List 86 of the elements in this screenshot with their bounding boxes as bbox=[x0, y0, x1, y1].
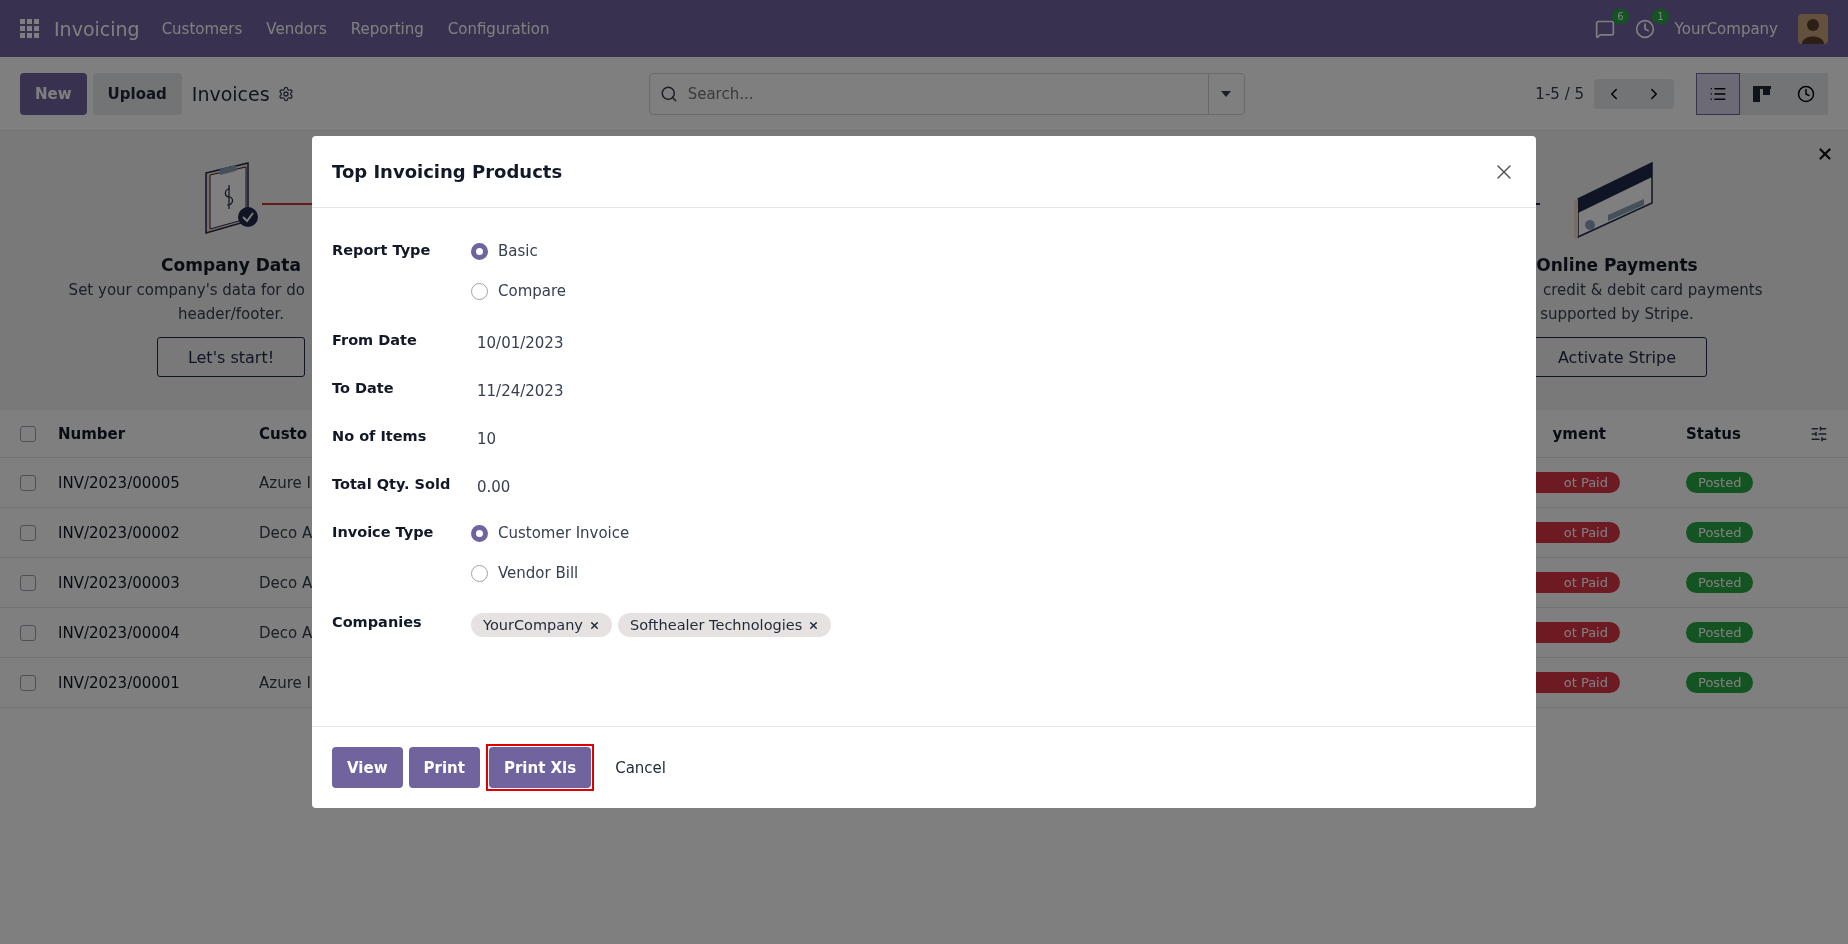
settings-icon[interactable] bbox=[277, 85, 294, 102]
table-cell: Deco A bbox=[259, 573, 313, 592]
field-value[interactable]: 11/24/2023 bbox=[471, 374, 1516, 400]
new-button[interactable]: New bbox=[20, 72, 87, 115]
column-header[interactable]: yment bbox=[1552, 424, 1606, 443]
option-label[interactable]: Compare bbox=[498, 282, 567, 300]
kanban-view-button[interactable] bbox=[1740, 72, 1784, 115]
field-label: No of Items bbox=[332, 427, 428, 444]
upload-button[interactable]: Upload bbox=[92, 72, 182, 115]
field-label: Invoice Type bbox=[332, 523, 435, 540]
field-label: Total Qty. Sold bbox=[332, 475, 452, 492]
app-name[interactable]: Invoicing bbox=[54, 17, 140, 40]
search-icon bbox=[659, 84, 678, 103]
field-label: Report Type bbox=[332, 241, 432, 258]
table-cell: INV/2023/00005 bbox=[58, 473, 180, 492]
company-name[interactable]: YourCompany bbox=[1674, 19, 1778, 38]
option-label[interactable]: Customer Invoice bbox=[498, 524, 630, 542]
clock-icon[interactable] bbox=[1634, 18, 1655, 39]
count-badge: 6 bbox=[1612, 8, 1629, 24]
chat-icon[interactable] bbox=[1594, 18, 1615, 39]
table-cell: Azure I bbox=[259, 473, 311, 492]
radio-button[interactable] bbox=[471, 282, 488, 300]
close-button[interactable] bbox=[1816, 145, 1834, 163]
field-label: Companies bbox=[332, 613, 423, 630]
option-label[interactable]: Basic bbox=[498, 242, 538, 260]
remove-icon[interactable] bbox=[808, 619, 820, 631]
field-label: To Date bbox=[332, 379, 395, 396]
field-value[interactable]: 10/01/2023 bbox=[471, 326, 1516, 352]
dialog-title: Top Invoicing Products bbox=[332, 161, 563, 182]
list-view-button[interactable] bbox=[1696, 72, 1740, 115]
pager-value[interactable]: 1-5 / 5 bbox=[1535, 84, 1584, 103]
search-field[interactable]: Search... bbox=[648, 72, 1245, 115]
table-cell: Azure I bbox=[259, 673, 311, 692]
status-badge: Posted bbox=[1686, 672, 1754, 693]
radio-button[interactable] bbox=[471, 564, 488, 582]
menu-item[interactable]: Configuration bbox=[447, 19, 550, 38]
avatar-icon[interactable] bbox=[1798, 13, 1828, 44]
step-description: supported by Stripe. bbox=[1540, 305, 1694, 323]
menu-item[interactable]: Reporting bbox=[350, 19, 424, 38]
table-cell: INV/2023/00004 bbox=[58, 623, 180, 642]
activity-view-button[interactable] bbox=[1784, 72, 1828, 115]
checkbox[interactable] bbox=[20, 674, 36, 691]
remove-icon[interactable] bbox=[588, 619, 600, 631]
status-badge: Posted bbox=[1686, 522, 1754, 543]
page-title: Invoices bbox=[191, 82, 270, 105]
status-badge: Posted bbox=[1686, 572, 1754, 593]
step-button[interactable]: Let's start! bbox=[156, 337, 306, 377]
status-badge: Posted bbox=[1686, 472, 1754, 493]
checkbox[interactable] bbox=[20, 474, 36, 491]
table-cell: Deco A bbox=[259, 623, 313, 642]
step-title: Online Payments bbox=[1536, 255, 1698, 275]
step-description: header/footer. bbox=[177, 305, 285, 323]
status-badge: Posted bbox=[1686, 622, 1754, 643]
search-input[interactable]: Search... bbox=[677, 84, 1208, 103]
column-header[interactable]: Number bbox=[58, 424, 259, 443]
table-cell: Deco A bbox=[259, 523, 313, 542]
field-label: From Date bbox=[332, 331, 418, 348]
table-cell: INV/2023/00001 bbox=[58, 673, 180, 692]
step-description: credit & debit card payments bbox=[1543, 281, 1763, 299]
table-cell: INV/2023/00002 bbox=[58, 523, 180, 542]
checkbox[interactable] bbox=[20, 524, 36, 541]
action-button[interactable]: View bbox=[332, 747, 403, 788]
checkbox[interactable] bbox=[20, 624, 36, 641]
step-title: Company Data bbox=[161, 255, 301, 275]
count-badge: 1 bbox=[1652, 8, 1669, 24]
option-label[interactable]: Vendor Bill bbox=[498, 564, 579, 582]
radio-button[interactable] bbox=[471, 242, 488, 260]
table-cell: INV/2023/00003 bbox=[58, 573, 180, 592]
kanban-icon bbox=[1753, 85, 1771, 102]
field-value[interactable]: 10 bbox=[471, 422, 1516, 448]
radio-button[interactable] bbox=[471, 524, 488, 542]
company-tag: YourCompany bbox=[471, 613, 612, 637]
apps-icon[interactable] bbox=[20, 18, 40, 39]
cancel-button[interactable]: Cancel bbox=[600, 747, 681, 788]
menu-item[interactable]: Vendors bbox=[266, 19, 327, 38]
checkbox[interactable] bbox=[20, 425, 36, 442]
action-button[interactable]: Print Xls bbox=[488, 747, 592, 788]
clock-icon bbox=[1797, 84, 1815, 103]
company-tag: Softhealer Technologies bbox=[617, 613, 832, 637]
step-description: Set your company's data for do bbox=[68, 281, 305, 299]
checkbox[interactable] bbox=[20, 574, 36, 591]
sliders-icon[interactable] bbox=[1810, 424, 1828, 443]
column-header[interactable]: Status bbox=[1686, 424, 1810, 443]
caret-icon bbox=[1221, 90, 1232, 97]
menu-item[interactable]: Customers bbox=[161, 19, 243, 38]
action-button[interactable]: Print bbox=[408, 747, 480, 788]
